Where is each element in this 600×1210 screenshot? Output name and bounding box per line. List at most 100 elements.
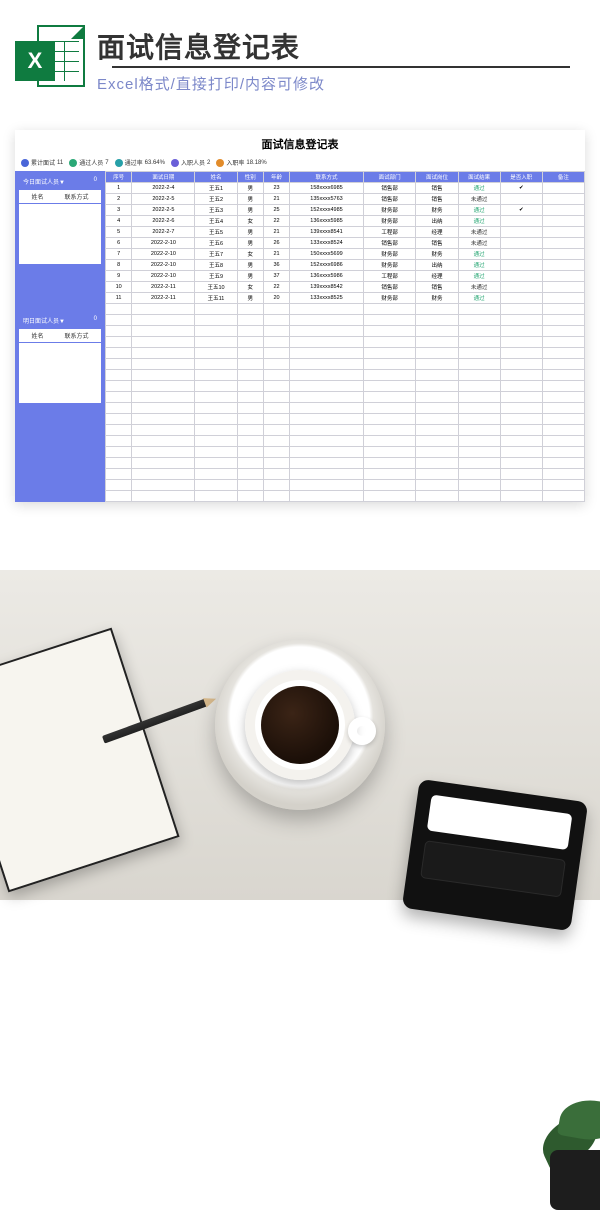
table-row[interactable]: 112022-2-11王五11男20133xxxx8525财务部财务通过 (106, 293, 585, 304)
cell-joined[interactable] (500, 293, 542, 304)
cell-empty[interactable] (132, 425, 195, 436)
cell-empty[interactable] (363, 480, 416, 491)
cell-empty[interactable] (106, 403, 132, 414)
cell-empty[interactable] (363, 304, 416, 315)
cell-joined[interactable] (500, 216, 542, 227)
cell-empty[interactable] (237, 491, 263, 502)
col-sex[interactable]: 性别 (237, 172, 263, 183)
cell-phone[interactable]: 152xxxx4985 (290, 205, 364, 216)
cell-empty[interactable] (500, 436, 542, 447)
cell-empty[interactable] (132, 326, 195, 337)
cell-empty[interactable] (458, 414, 500, 425)
cell-note[interactable] (542, 282, 584, 293)
table-row[interactable]: 102022-2-11王五10女22139xxxx8542销售部销售未通过 (106, 282, 585, 293)
cell-empty[interactable] (106, 348, 132, 359)
today-label[interactable]: 今日面试人员▼ (23, 177, 65, 186)
cell-empty[interactable] (363, 392, 416, 403)
cell-empty[interactable] (458, 458, 500, 469)
cell-age[interactable]: 20 (263, 293, 289, 304)
cell-empty[interactable] (237, 348, 263, 359)
table-row-empty[interactable] (106, 315, 585, 326)
cell-age[interactable]: 21 (263, 249, 289, 260)
cell-empty[interactable] (263, 359, 289, 370)
cell-sex[interactable]: 男 (237, 293, 263, 304)
cell-empty[interactable] (263, 326, 289, 337)
cell-empty[interactable] (416, 403, 458, 414)
cell-empty[interactable] (290, 458, 364, 469)
cell-pos[interactable]: 出纳 (416, 216, 458, 227)
cell-empty[interactable] (195, 436, 237, 447)
cell-joined[interactable]: ✔ (500, 205, 542, 216)
cell-empty[interactable] (132, 337, 195, 348)
cell-dept[interactable]: 工程部 (363, 271, 416, 282)
cell-pos[interactable]: 销售 (416, 282, 458, 293)
cell-empty[interactable] (542, 436, 584, 447)
cell-empty[interactable] (458, 348, 500, 359)
cell-empty[interactable] (290, 425, 364, 436)
cell-empty[interactable] (416, 414, 458, 425)
table-row-empty[interactable] (106, 370, 585, 381)
cell-note[interactable] (542, 183, 584, 194)
cell-empty[interactable] (195, 469, 237, 480)
cell-empty[interactable] (132, 359, 195, 370)
cell-empty[interactable] (458, 381, 500, 392)
table-row-empty[interactable] (106, 381, 585, 392)
cell-empty[interactable] (263, 370, 289, 381)
cell-empty[interactable] (106, 370, 132, 381)
cell-empty[interactable] (195, 359, 237, 370)
cell-result[interactable]: 未通过 (458, 227, 500, 238)
cell-date[interactable]: 2022-2-10 (132, 238, 195, 249)
cell-empty[interactable] (195, 348, 237, 359)
cell-empty[interactable] (132, 414, 195, 425)
cell-seq[interactable]: 8 (106, 260, 132, 271)
cell-empty[interactable] (195, 458, 237, 469)
cell-empty[interactable] (237, 326, 263, 337)
cell-note[interactable] (542, 194, 584, 205)
cell-seq[interactable]: 2 (106, 194, 132, 205)
cell-empty[interactable] (290, 326, 364, 337)
cell-date[interactable]: 2022-2-6 (132, 216, 195, 227)
data-grid[interactable]: 序号 面试日期 姓名 性别 年龄 联系方式 面试部门 面试岗位 面试结果 是否入… (105, 171, 585, 502)
cell-empty[interactable] (458, 370, 500, 381)
cell-empty[interactable] (290, 491, 364, 502)
cell-empty[interactable] (263, 392, 289, 403)
cell-empty[interactable] (195, 425, 237, 436)
table-row[interactable]: 22022-2-5王五2男21135xxxx5763销售部销售未通过 (106, 194, 585, 205)
cell-joined[interactable]: ✔ (500, 183, 542, 194)
cell-empty[interactable] (237, 337, 263, 348)
cell-empty[interactable] (500, 304, 542, 315)
cell-empty[interactable] (458, 425, 500, 436)
cell-empty[interactable] (106, 392, 132, 403)
table-row[interactable]: 12022-2-4王五1男23158xxxx6985销售部销售通过✔ (106, 183, 585, 194)
cell-empty[interactable] (237, 370, 263, 381)
cell-empty[interactable] (290, 414, 364, 425)
cell-sex[interactable]: 男 (237, 227, 263, 238)
cell-empty[interactable] (363, 359, 416, 370)
cell-empty[interactable] (106, 447, 132, 458)
cell-empty[interactable] (106, 436, 132, 447)
cell-phone[interactable]: 139xxxx8542 (290, 282, 364, 293)
cell-date[interactable]: 2022-2-10 (132, 271, 195, 282)
cell-joined[interactable] (500, 282, 542, 293)
cell-empty[interactable] (416, 458, 458, 469)
cell-empty[interactable] (132, 469, 195, 480)
table-row[interactable]: 62022-2-10王五6男26133xxxx8524销售部销售未通过 (106, 238, 585, 249)
cell-pos[interactable]: 经理 (416, 227, 458, 238)
cell-result[interactable]: 通过 (458, 293, 500, 304)
col-phone[interactable]: 联系方式 (290, 172, 364, 183)
col-name[interactable]: 姓名 (195, 172, 237, 183)
cell-empty[interactable] (195, 381, 237, 392)
cell-age[interactable]: 22 (263, 216, 289, 227)
cell-empty[interactable] (416, 337, 458, 348)
table-row-empty[interactable] (106, 403, 585, 414)
table-row-empty[interactable] (106, 480, 585, 491)
cell-empty[interactable] (458, 469, 500, 480)
cell-empty[interactable] (500, 348, 542, 359)
cell-empty[interactable] (263, 458, 289, 469)
cell-empty[interactable] (263, 414, 289, 425)
cell-sex[interactable]: 男 (237, 205, 263, 216)
cell-result[interactable]: 通过 (458, 183, 500, 194)
table-row-empty[interactable] (106, 414, 585, 425)
cell-empty[interactable] (500, 315, 542, 326)
cell-pos[interactable]: 出纳 (416, 260, 458, 271)
